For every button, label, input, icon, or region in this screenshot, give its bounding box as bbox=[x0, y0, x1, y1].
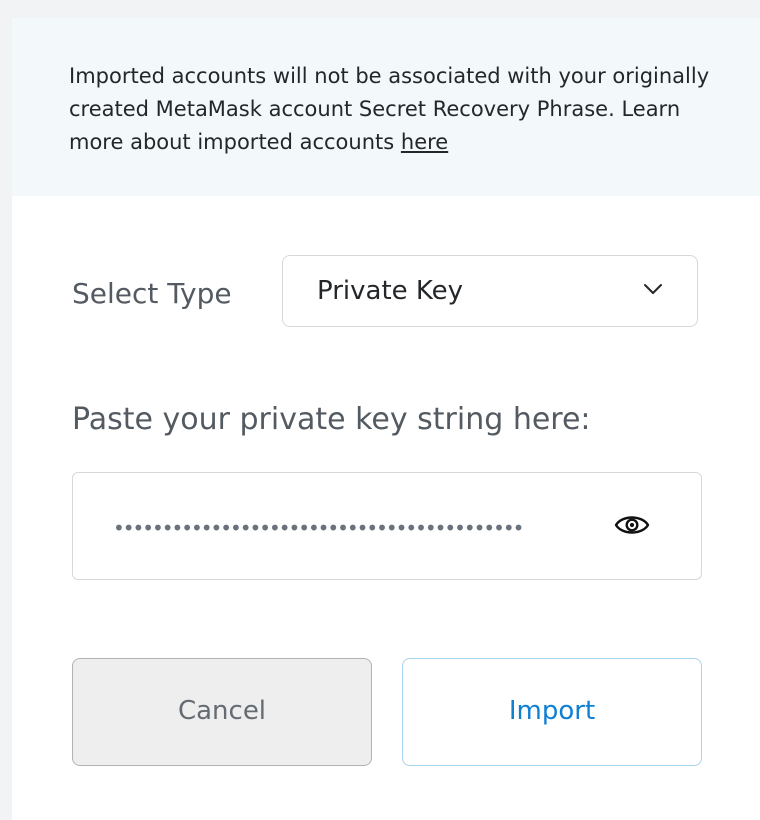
private-key-masked-value: ••••••••••••••••••••••••••••••••••••••••… bbox=[113, 516, 524, 540]
eye-icon[interactable] bbox=[614, 513, 650, 537]
private-key-label: Paste your private key string here: bbox=[72, 402, 591, 437]
import-account-page: Imported accounts will not be associated… bbox=[0, 0, 760, 820]
import-notice-text: Imported accounts will not be associated… bbox=[69, 60, 719, 159]
account-type-select[interactable]: Private Key bbox=[282, 255, 698, 327]
private-key-input[interactable]: ••••••••••••••••••••••••••••••••••••••••… bbox=[72, 472, 702, 580]
import-button[interactable]: Import bbox=[402, 658, 702, 766]
import-notice-banner: Imported accounts will not be associated… bbox=[12, 18, 760, 196]
chevron-down-icon bbox=[644, 284, 662, 294]
cancel-button[interactable]: Cancel bbox=[72, 658, 372, 766]
import-account-panel: Imported accounts will not be associated… bbox=[12, 18, 760, 820]
selected-account-type: Private Key bbox=[317, 276, 464, 306]
select-type-label: Select Type bbox=[72, 277, 232, 310]
learn-more-link[interactable]: here bbox=[401, 130, 448, 154]
import-notice-body: Imported accounts will not be associated… bbox=[69, 64, 710, 154]
